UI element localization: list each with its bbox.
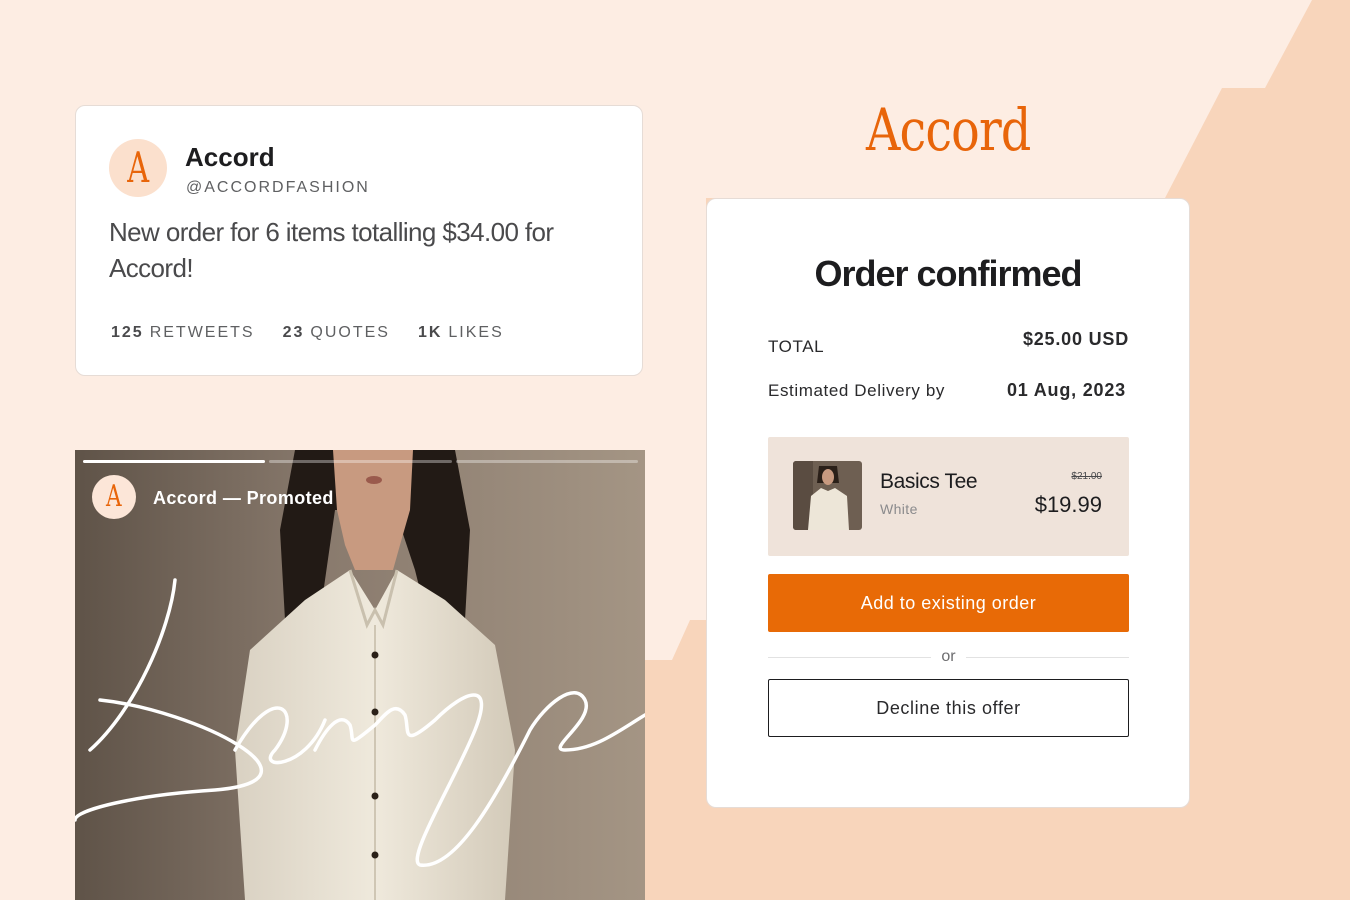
account-handle[interactable]: @ACCORDFASHION [186,179,370,197]
delivery-value: 01 Aug, 2023 [1007,380,1126,400]
tweet-stats: 125 RETWEETS 23 QUOTES 1K LIKES [111,324,504,342]
product-variant: White [880,501,918,517]
likes-label: LIKES [448,324,504,341]
quotes-label: QUOTES [310,324,390,341]
tweet-card: A Accord @ACCORDFASHION New order for 6 … [75,105,643,376]
promoted-story[interactable]: A Accord — Promoted [75,450,645,900]
decline-offer-button[interactable]: Decline this offer [768,679,1129,737]
quotes-count: 23 [282,324,305,341]
story-title[interactable]: Accord — Promoted [153,488,334,509]
product-image [793,461,862,530]
add-to-order-button[interactable]: Add to existing order [768,574,1129,632]
order-heading: Order confirmed [814,253,1082,294]
likes-stat[interactable]: 1K LIKES [418,324,504,342]
retweets-count: 125 [111,324,144,341]
tweet-text: New order for 6 items totalling $34.00 f… [109,217,554,283]
order-card: Order confirmed TOTAL $25.00 USD Estimat… [706,198,1190,808]
quotes-stat[interactable]: 23 QUOTES [283,324,390,342]
story-progress-fill [83,460,266,463]
account-name[interactable]: Accord [185,142,275,173]
likes-count: 1K [417,324,443,341]
retweets-stat[interactable]: 125 RETWEETS [111,324,255,342]
upsell-item: Basics Tee White $21.00 $19.99 [768,437,1129,556]
retweets-label: RETWEETS [149,324,255,341]
delivery-label: Estimated Delivery by [768,381,945,400]
story-progress-segment [269,460,452,463]
story-progress [83,460,638,463]
product-name: Basics Tee [880,470,978,493]
or-divider: or [768,647,1129,669]
avatar[interactable]: A [109,139,167,197]
avatar-logo: A [127,143,149,192]
brand-logo: Accord [866,96,1031,164]
divider-line [966,657,1129,658]
total-value: $25.00 USD [1022,329,1129,349]
story-progress-segment [455,460,638,463]
story-avatar[interactable]: A [92,475,136,519]
sale-price: $19.99 [1034,492,1102,517]
original-price: $21.00 [1071,471,1102,482]
avatar-logo: A [106,479,122,514]
model-photo [75,450,645,900]
story-progress-segment [83,460,266,463]
total-label: TOTAL [768,337,825,356]
